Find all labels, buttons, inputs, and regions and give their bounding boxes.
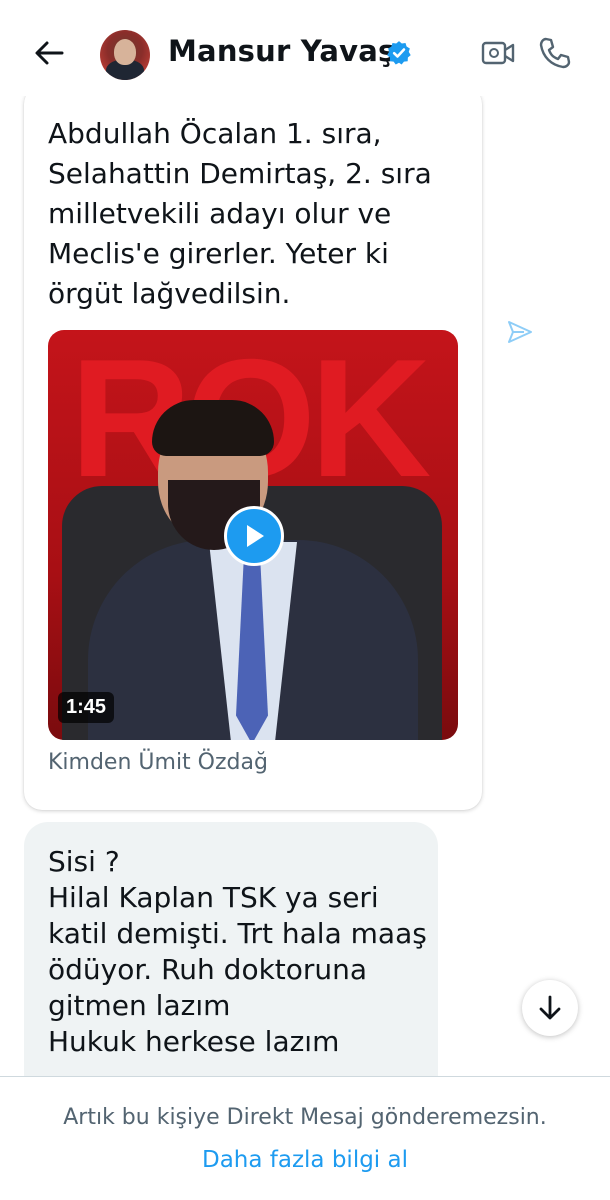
play-icon (247, 525, 264, 547)
conversation-header: Mansur Yavaş (0, 0, 610, 96)
quoted-source[interactable]: Kimden Ümit Özdağ (48, 750, 268, 775)
message-list[interactable]: Abdullah Öcalan 1. sıra, Selahattin Demi… (0, 96, 610, 1076)
arrow-down-icon (539, 995, 561, 1020)
dm-restricted-footer: Artık bu kişiye Direkt Mesaj gönderemezs… (0, 1076, 610, 1200)
video-call-icon[interactable] (480, 38, 516, 68)
back-arrow-icon (35, 41, 64, 65)
play-button[interactable] (224, 506, 284, 566)
video-duration: 1:45 (58, 692, 115, 723)
verified-badge-icon (387, 41, 411, 65)
scroll-to-bottom-button[interactable] (522, 980, 578, 1036)
back-button[interactable] (30, 34, 68, 72)
video-thumbnail[interactable]: ROK 1:45 (48, 330, 458, 740)
sent-message-bubble[interactable]: Sisi ? Hilal Kaplan TSK ya seri katil de… (24, 822, 438, 1076)
message-text: Abdullah Öcalan 1. sıra, Selahattin Demi… (48, 117, 432, 310)
learn-more-link[interactable]: Daha fazla bilgi al (0, 1147, 610, 1173)
contact-name[interactable]: Mansur Yavaş (168, 34, 395, 68)
send-icon[interactable] (506, 318, 534, 346)
message-text: Sisi ? Hilal Kaplan TSK ya seri katil de… (48, 845, 427, 1058)
phone-call-icon[interactable] (538, 36, 572, 70)
received-message-bubble[interactable]: Abdullah Öcalan 1. sıra, Selahattin Demi… (24, 96, 482, 810)
avatar[interactable] (100, 30, 150, 80)
dm-restricted-notice: Artık bu kişiye Direkt Mesaj gönderemezs… (63, 1105, 547, 1130)
